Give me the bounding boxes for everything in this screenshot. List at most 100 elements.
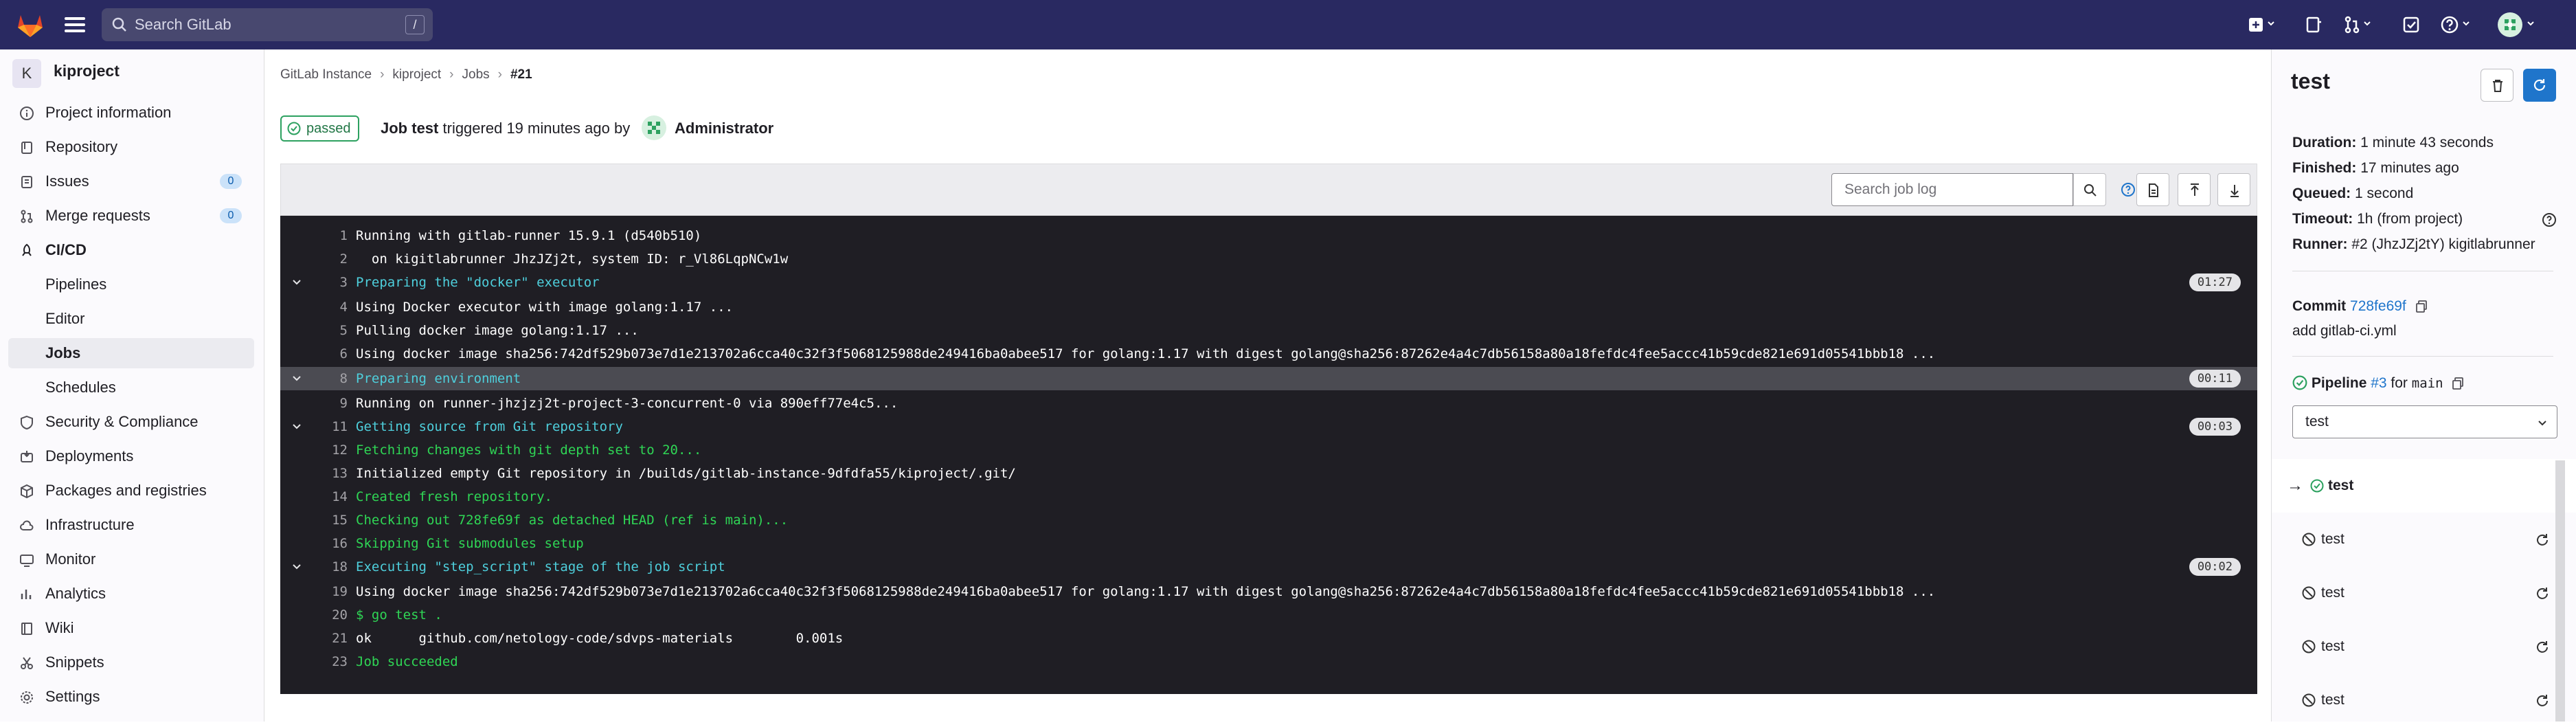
skipped-status-icon [2302,533,2316,546]
search-placeholder: Search GitLab [135,16,231,33]
log-line-number[interactable]: 15 [308,508,348,532]
log-line-number[interactable]: 21 [308,627,348,650]
retry-button[interactable] [2523,69,2556,102]
log-line-number[interactable]: 6 [308,342,348,366]
copy-icon[interactable] [2415,300,2427,313]
merge-requests-count-badge: 0 [220,208,242,223]
job-list-item[interactable]: test [2272,620,2576,673]
sidebar-item-merge-requests[interactable]: Merge requests 0 [8,201,254,231]
create-new-icon[interactable] [2246,15,2266,34]
sidebar-subitem-pipelines[interactable]: Pipelines [8,269,254,300]
retry-icon[interactable] [2534,585,2551,602]
log-line-number[interactable]: 16 [308,532,348,555]
show-raw-button[interactable] [2136,173,2169,206]
sidebar-subitem-jobs[interactable]: Jobs [8,338,254,368]
log-line-number[interactable]: 11 [308,415,348,438]
user-name-link[interactable]: Administrator [675,120,773,137]
scroll-to-bottom-button[interactable] [2217,173,2250,206]
package-icon [21,484,33,499]
sidebar-subitem-editor[interactable]: Editor [8,304,254,334]
user-avatar[interactable] [642,115,666,140]
log-line-number[interactable]: 12 [308,438,348,462]
search-shortcut-key: / [405,15,425,34]
log-line-number[interactable]: 9 [308,392,348,415]
project-name[interactable]: kiproject [54,62,120,80]
log-line-number[interactable]: 18 [308,555,348,579]
commit-sha-link[interactable]: 728fe69f [2350,298,2406,314]
sidebar-item-snippets[interactable]: Snippets [8,647,254,678]
hamburger-menu-icon[interactable] [65,14,85,36]
log-line-number[interactable]: 1 [308,224,348,247]
merge-request-icon[interactable] [2342,15,2362,34]
job-headline: Job test triggered 19 minutes ago by [381,120,630,137]
log-line-number[interactable]: 2 [308,247,348,271]
erase-log-button[interactable] [2481,69,2513,102]
help-icon[interactable] [2541,212,2557,228]
log-line: 8 Preparing environment 00:11 [280,367,2257,390]
log-line: 5 Pulling docker image golang:1.17 ... [280,319,2257,342]
sidebar-item-label: Project information [45,104,172,121]
breadcrumb-current[interactable]: #21 [510,67,532,82]
help-icon[interactable] [2440,15,2459,34]
user-avatar[interactable] [2498,12,2522,37]
log-line-text: Getting source from Git repository [356,419,623,434]
log-line-number[interactable]: 13 [308,462,348,485]
job-list-item[interactable]: test [2272,566,2576,620]
job-list-item[interactable]: test [2272,673,2576,727]
log-line-number[interactable]: 14 [308,485,348,508]
section-collapse-chevron-icon[interactable] [291,561,302,572]
breadcrumb-item[interactable]: GitLab Instance [280,67,372,82]
log-line-number[interactable]: 20 [308,603,348,627]
job-list-item-name: test [2321,638,2345,654]
scroll-to-top-button[interactable] [2178,173,2211,206]
section-collapse-chevron-icon[interactable] [291,421,302,432]
sidebar-item-settings[interactable]: Settings [8,682,254,712]
log-line-number[interactable]: 3 [308,271,348,294]
log-line-number[interactable]: 4 [308,295,348,319]
pipeline-ref[interactable]: main [2412,376,2443,391]
skipped-status-icon [2302,640,2316,653]
gitlab-logo-icon[interactable] [15,10,45,40]
status-badge[interactable]: passed [280,115,359,142]
sidebar-item-wiki[interactable]: Wiki [8,613,254,643]
job-list-item[interactable]: test [2272,513,2576,566]
sidebar-item-monitor[interactable]: Monitor [8,544,254,574]
log-line-number[interactable]: 19 [308,580,348,603]
log-line-number[interactable]: 23 [308,650,348,673]
sidebar-item-cicd[interactable]: CI/CD [8,235,254,265]
job-log-search-input[interactable]: Search job log [1831,173,2073,206]
breadcrumb-item[interactable]: kiproject [392,67,441,82]
sidebar-subitem-schedules[interactable]: Schedules [8,372,254,403]
retry-icon[interactable] [2534,639,2551,656]
search-button[interactable] [2073,173,2106,206]
breadcrumb-item[interactable]: Jobs [462,67,490,82]
sidebar-item-deployments[interactable]: Deployments [8,441,254,471]
section-collapse-chevron-icon[interactable] [291,373,302,384]
retry-icon[interactable] [2534,693,2551,709]
log-line: 15 Checking out 728fe69f as detached HEAD… [280,508,2257,532]
log-line-number[interactable]: 8 [308,367,348,390]
retry-icon[interactable] [2534,532,2551,548]
todo-icon[interactable] [2402,15,2421,34]
sidebar-item-issues[interactable]: Issues 0 [8,166,254,197]
search-input[interactable]: Search GitLab / [102,8,433,41]
pipeline-id-link[interactable]: #3 [2371,375,2386,391]
log-line-text: Using Docker executor with image golang:… [356,300,734,315]
job-list-item-current[interactable]: → test [2272,459,2576,513]
issues-icon[interactable] [2304,15,2323,34]
duration-value: 1 minute 43 seconds [2360,135,2494,150]
pipeline-label: Pipeline [2311,375,2367,391]
sidebar-item-infrastructure[interactable]: Infrastructure [8,510,254,540]
section-collapse-chevron-icon[interactable] [291,277,302,288]
sidebar-item-repository[interactable]: Repository [8,132,254,162]
sidebar-item-packages[interactable]: Packages and registries [8,476,254,506]
project-avatar[interactable]: K [12,59,41,88]
copy-icon[interactable] [2452,377,2464,390]
stage-dropdown[interactable]: test [2292,405,2557,438]
log-line-text: Executing "step_script" stage of the job… [356,559,725,574]
sidebar-item-analytics[interactable]: Analytics [8,579,254,609]
log-line-number[interactable]: 5 [308,319,348,342]
scrollbar[interactable] [2555,460,2565,722]
sidebar-item-security[interactable]: Security & Compliance [8,407,254,437]
sidebar-item-project-information[interactable]: Project information [8,98,254,128]
